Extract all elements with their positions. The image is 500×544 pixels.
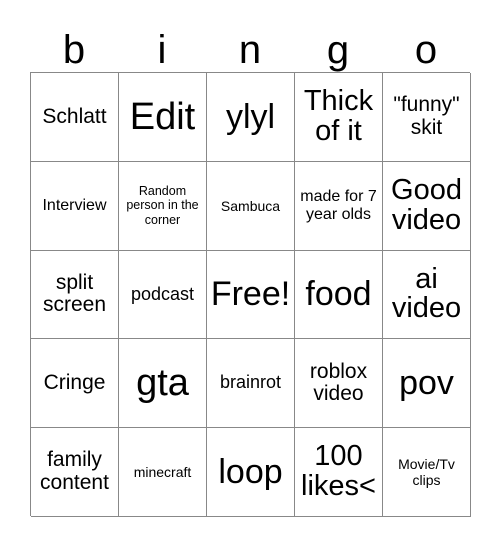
bingo-cell-r1c3[interactable]: ylyl: [207, 73, 295, 162]
bingo-cell-label: "funny" skit: [393, 93, 460, 139]
bingo-cell-r4c3[interactable]: brainrot: [207, 339, 295, 429]
bingo-header-letter-o: o: [414, 28, 438, 72]
bingo-cell-r2c5[interactable]: Good video: [383, 161, 471, 251]
bingo-cell-r5c1[interactable]: family content: [31, 428, 119, 517]
bingo-cell-r2c3[interactable]: Sambuca: [207, 161, 295, 251]
bingo-cell-label: roblox video: [309, 359, 368, 406]
bingo-cell-label: Edit: [129, 95, 196, 138]
bingo-cell-label: Random person in the corner: [126, 183, 199, 228]
bingo-cell-r1c1[interactable]: Schlatt: [31, 73, 119, 162]
bingo-cell-label: Schlatt: [42, 104, 107, 128]
bingo-cell-r5c2[interactable]: minecraft: [119, 428, 207, 517]
bingo-cell-r2c4[interactable]: made for 7 year olds: [295, 161, 383, 251]
bingo-cell-r3c2[interactable]: podcast: [119, 250, 207, 340]
bingo-cell-label: made for 7 year olds: [300, 187, 377, 223]
bingo-cell-r5c3[interactable]: loop: [207, 428, 295, 517]
bingo-cell-label: ylyl: [225, 97, 276, 136]
bingo-card: b i n g o Schlatt Edit ylyl Thick of it …: [0, 0, 500, 544]
bingo-cell-label: 100 likes<: [301, 440, 376, 503]
bingo-cell-label: gta: [136, 362, 189, 405]
bingo-cell-label: brainrot: [219, 372, 282, 393]
bingo-header-letter-n: n: [238, 28, 262, 72]
bingo-cell-label: loop: [218, 452, 283, 491]
bingo-cell-r4c5[interactable]: pov: [383, 339, 471, 429]
bingo-cell-label: Sambuca: [220, 197, 281, 214]
bingo-cell-label: podcast: [130, 283, 195, 304]
bingo-cell-label: Cringe: [43, 370, 106, 394]
bingo-cell-label: minecraft: [133, 464, 192, 481]
bingo-cell-r3c5[interactable]: ai video: [383, 250, 471, 340]
bingo-cell-label: pov: [399, 363, 454, 402]
bingo-cell-r5c5[interactable]: Movie/Tv clips: [383, 428, 471, 517]
bingo-cell-label: family content: [40, 448, 109, 495]
bingo-cell-label: Interview: [42, 196, 107, 214]
bingo-grid: Schlatt Edit ylyl Thick of it "funny" sk…: [30, 72, 471, 517]
bingo-cell-r3c4[interactable]: food: [295, 250, 383, 340]
bingo-cell-r4c2[interactable]: gta: [119, 339, 207, 429]
bingo-cell-r1c4[interactable]: Thick of it: [295, 73, 383, 162]
bingo-cell-label: split screen: [42, 270, 107, 317]
bingo-cell-r3c1[interactable]: split screen: [31, 250, 119, 340]
bingo-cell-r4c1[interactable]: Cringe: [31, 339, 119, 429]
bingo-header-letter-g: g: [326, 28, 350, 72]
bingo-cell-r2c2[interactable]: Random person in the corner: [119, 161, 207, 251]
bingo-cell-r5c4[interactable]: 100 likes<: [295, 428, 383, 517]
bingo-cell-r1c2[interactable]: Edit: [119, 73, 207, 162]
bingo-cell-label: Movie/Tv clips: [398, 455, 455, 489]
bingo-header-letter-b: b: [62, 28, 86, 72]
bingo-cell-label: food: [305, 275, 372, 314]
bingo-free-space-label: Free!: [210, 275, 291, 314]
bingo-cell-r2c1[interactable]: Interview: [31, 161, 119, 251]
bingo-cell-label: Thick of it: [303, 85, 374, 147]
bingo-cell-r4c4[interactable]: roblox video: [295, 339, 383, 429]
bingo-cell-r1c5[interactable]: "funny" skit: [383, 73, 471, 162]
bingo-header-letter-i: i: [157, 28, 167, 72]
bingo-cell-label: Good video: [391, 173, 462, 236]
bingo-cell-free-space[interactable]: Free!: [207, 250, 295, 340]
bingo-header-row: b i n g o: [30, 14, 470, 72]
bingo-cell-label: ai video: [391, 262, 462, 325]
